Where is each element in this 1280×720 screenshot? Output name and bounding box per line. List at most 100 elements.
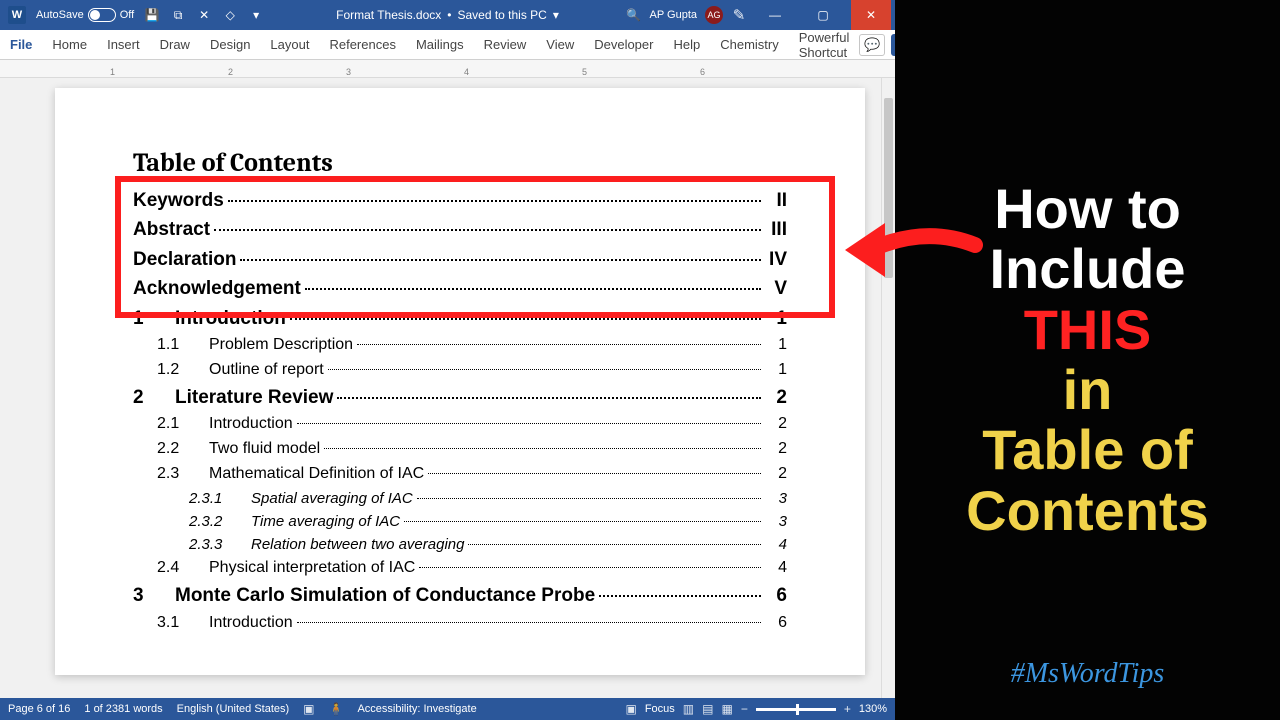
toc-entry[interactable]: 2.2Two fluid model 2 bbox=[133, 437, 787, 462]
toc-leader bbox=[357, 344, 761, 345]
save-icon[interactable]: 💾 bbox=[144, 7, 160, 23]
autosave-label: AutoSave bbox=[36, 9, 84, 21]
toc-page: 3 bbox=[765, 487, 787, 510]
macro-icon[interactable]: ▣ bbox=[303, 702, 314, 716]
toc-title: Physical interpretation of IAC bbox=[209, 556, 415, 581]
toc-entry[interactable]: 2.3.2Time averaging of IAC3 bbox=[133, 510, 787, 533]
highlight-rectangle bbox=[115, 176, 835, 318]
search-icon[interactable]: 🔍 bbox=[626, 7, 642, 23]
tab-powerful-shortcut[interactable]: Powerful Shortcut bbox=[789, 30, 860, 59]
comments-button[interactable]: 💬 bbox=[859, 34, 885, 56]
print-layout-icon[interactable]: ▤ bbox=[702, 702, 713, 716]
doc-status: Saved to this PC bbox=[457, 8, 546, 22]
status-focus[interactable]: Focus bbox=[645, 703, 675, 715]
tab-mailings[interactable]: Mailings bbox=[406, 30, 474, 59]
toc-number: 2 bbox=[133, 383, 175, 412]
accessibility-icon[interactable]: 🧍 bbox=[329, 702, 344, 716]
zoom-out-icon[interactable]: − bbox=[741, 702, 748, 716]
toc-entry[interactable]: 2.3.1Spatial averaging of IAC3 bbox=[133, 487, 787, 510]
tab-help[interactable]: Help bbox=[663, 30, 710, 59]
user-name[interactable]: AP Gupta bbox=[650, 9, 698, 21]
read-mode-icon[interactable]: ▥ bbox=[683, 702, 694, 716]
scroll-thumb[interactable] bbox=[884, 98, 893, 278]
toc-leader bbox=[297, 622, 761, 623]
pen-touch-icon[interactable]: ✎ bbox=[731, 7, 747, 23]
overlay-hashtag: #MsWordTips bbox=[1011, 658, 1165, 690]
tutorial-overlay: How to Include THIS in Table of Contents… bbox=[895, 0, 1280, 720]
toc-number: 2.3.3 bbox=[189, 533, 251, 556]
toc-entry[interactable]: 2.3Mathematical Definition of IAC2 bbox=[133, 462, 787, 487]
close-doc-icon[interactable]: ✕ bbox=[196, 7, 212, 23]
overlay-line2: Include bbox=[966, 239, 1209, 299]
toc-entry[interactable]: 3.1Introduction6 bbox=[133, 611, 787, 636]
tab-references[interactable]: References bbox=[319, 30, 405, 59]
toc-entry[interactable]: 2.1Introduction2 bbox=[133, 412, 787, 437]
tab-draw[interactable]: Draw bbox=[150, 30, 200, 59]
toc-title: Introduction bbox=[209, 611, 293, 636]
toc-entry[interactable]: 3Monte Carlo Simulation of Conductance P… bbox=[133, 581, 787, 610]
toc-number: 3 bbox=[133, 581, 175, 610]
tab-chemistry[interactable]: Chemistry bbox=[710, 30, 789, 59]
vertical-scrollbar[interactable] bbox=[881, 78, 895, 698]
toc-entry[interactable]: 2Literature Review2 bbox=[133, 383, 787, 412]
toc-entry[interactable]: 1.1Problem Description1 bbox=[133, 333, 787, 358]
toc-entry[interactable]: 2.4Physical interpretation of IAC4 bbox=[133, 556, 787, 581]
new-window-icon[interactable]: ⧉ bbox=[170, 7, 186, 23]
eraser-icon[interactable]: ◇ bbox=[222, 7, 238, 23]
web-layout-icon[interactable]: ▦ bbox=[721, 702, 732, 716]
ruler-tick-1: 1 bbox=[110, 67, 115, 77]
toc-leader bbox=[297, 423, 761, 424]
ruler-tick-3: 3 bbox=[346, 67, 351, 77]
tab-design[interactable]: Design bbox=[200, 30, 260, 59]
doc-sep: • bbox=[447, 8, 451, 22]
tab-view[interactable]: View bbox=[536, 30, 584, 59]
zoom-slider[interactable] bbox=[756, 708, 836, 711]
tab-review[interactable]: Review bbox=[474, 30, 537, 59]
toc-title: Two fluid model bbox=[209, 437, 320, 462]
horizontal-ruler[interactable]: 123456 bbox=[0, 60, 895, 78]
document-title[interactable]: Format Thesis.docx • Saved to this PC ▾ bbox=[336, 8, 559, 22]
tab-home[interactable]: Home bbox=[42, 30, 97, 59]
toc-page: 6 bbox=[765, 581, 787, 610]
chevron-down-icon: ▾ bbox=[553, 8, 559, 22]
toc-title: Literature Review bbox=[175, 383, 333, 412]
minimize-button[interactable]: — bbox=[755, 0, 795, 30]
avatar[interactable]: AG bbox=[705, 6, 723, 24]
doc-name: Format Thesis.docx bbox=[336, 8, 441, 22]
tab-file[interactable]: File bbox=[0, 30, 42, 59]
close-button[interactable]: ✕ bbox=[851, 0, 891, 30]
toc-leader bbox=[419, 567, 761, 568]
toc-leader bbox=[324, 448, 761, 449]
overlay-headline: How to Include THIS in Table of Contents bbox=[966, 179, 1209, 542]
overlay-line4: in bbox=[966, 360, 1209, 420]
tab-layout[interactable]: Layout bbox=[260, 30, 319, 59]
ribbon-tab-strip: FileHomeInsertDrawDesignLayoutReferences… bbox=[0, 30, 895, 60]
zoom-in-icon[interactable]: + bbox=[844, 702, 851, 716]
toc-entry[interactable]: 2.3.3Relation between two averaging4 bbox=[133, 533, 787, 556]
status-lang[interactable]: English (United States) bbox=[177, 703, 290, 715]
overlay-line6: Contents bbox=[966, 481, 1209, 541]
tab-insert[interactable]: Insert bbox=[97, 30, 150, 59]
toc-number: 2.2 bbox=[157, 437, 209, 462]
document-canvas[interactable]: Table of Contents KeywordsIIAbstractIIID… bbox=[0, 78, 895, 698]
overlay-line3: THIS bbox=[966, 300, 1209, 360]
status-access[interactable]: Accessibility: Investigate bbox=[357, 703, 476, 715]
status-bar: Page 6 of 16 1 of 2381 words English (Un… bbox=[0, 698, 895, 720]
ruler-tick-6: 6 bbox=[700, 67, 705, 77]
status-words[interactable]: 1 of 2381 words bbox=[84, 703, 162, 715]
focus-icon[interactable]: ▣ bbox=[625, 702, 636, 716]
tab-developer[interactable]: Developer bbox=[584, 30, 663, 59]
maximize-button[interactable]: ▢ bbox=[803, 0, 843, 30]
status-zoom[interactable]: 130% bbox=[859, 703, 887, 715]
toc-title: Outline of report bbox=[209, 358, 324, 383]
toc-number: 2.3.2 bbox=[189, 510, 251, 533]
toc-number: 1.1 bbox=[157, 333, 209, 358]
qa-dropdown-icon[interactable]: ▾ bbox=[248, 7, 264, 23]
toc-entry[interactable]: 1.2Outline of report1 bbox=[133, 358, 787, 383]
toc-leader bbox=[337, 397, 761, 399]
status-page[interactable]: Page 6 of 16 bbox=[8, 703, 70, 715]
toc-page: 2 bbox=[765, 437, 787, 462]
toc-leader bbox=[468, 544, 761, 545]
autosave-toggle[interactable]: AutoSave Off bbox=[36, 8, 134, 22]
toc-title: Monte Carlo Simulation of Conductance Pr… bbox=[175, 581, 595, 610]
